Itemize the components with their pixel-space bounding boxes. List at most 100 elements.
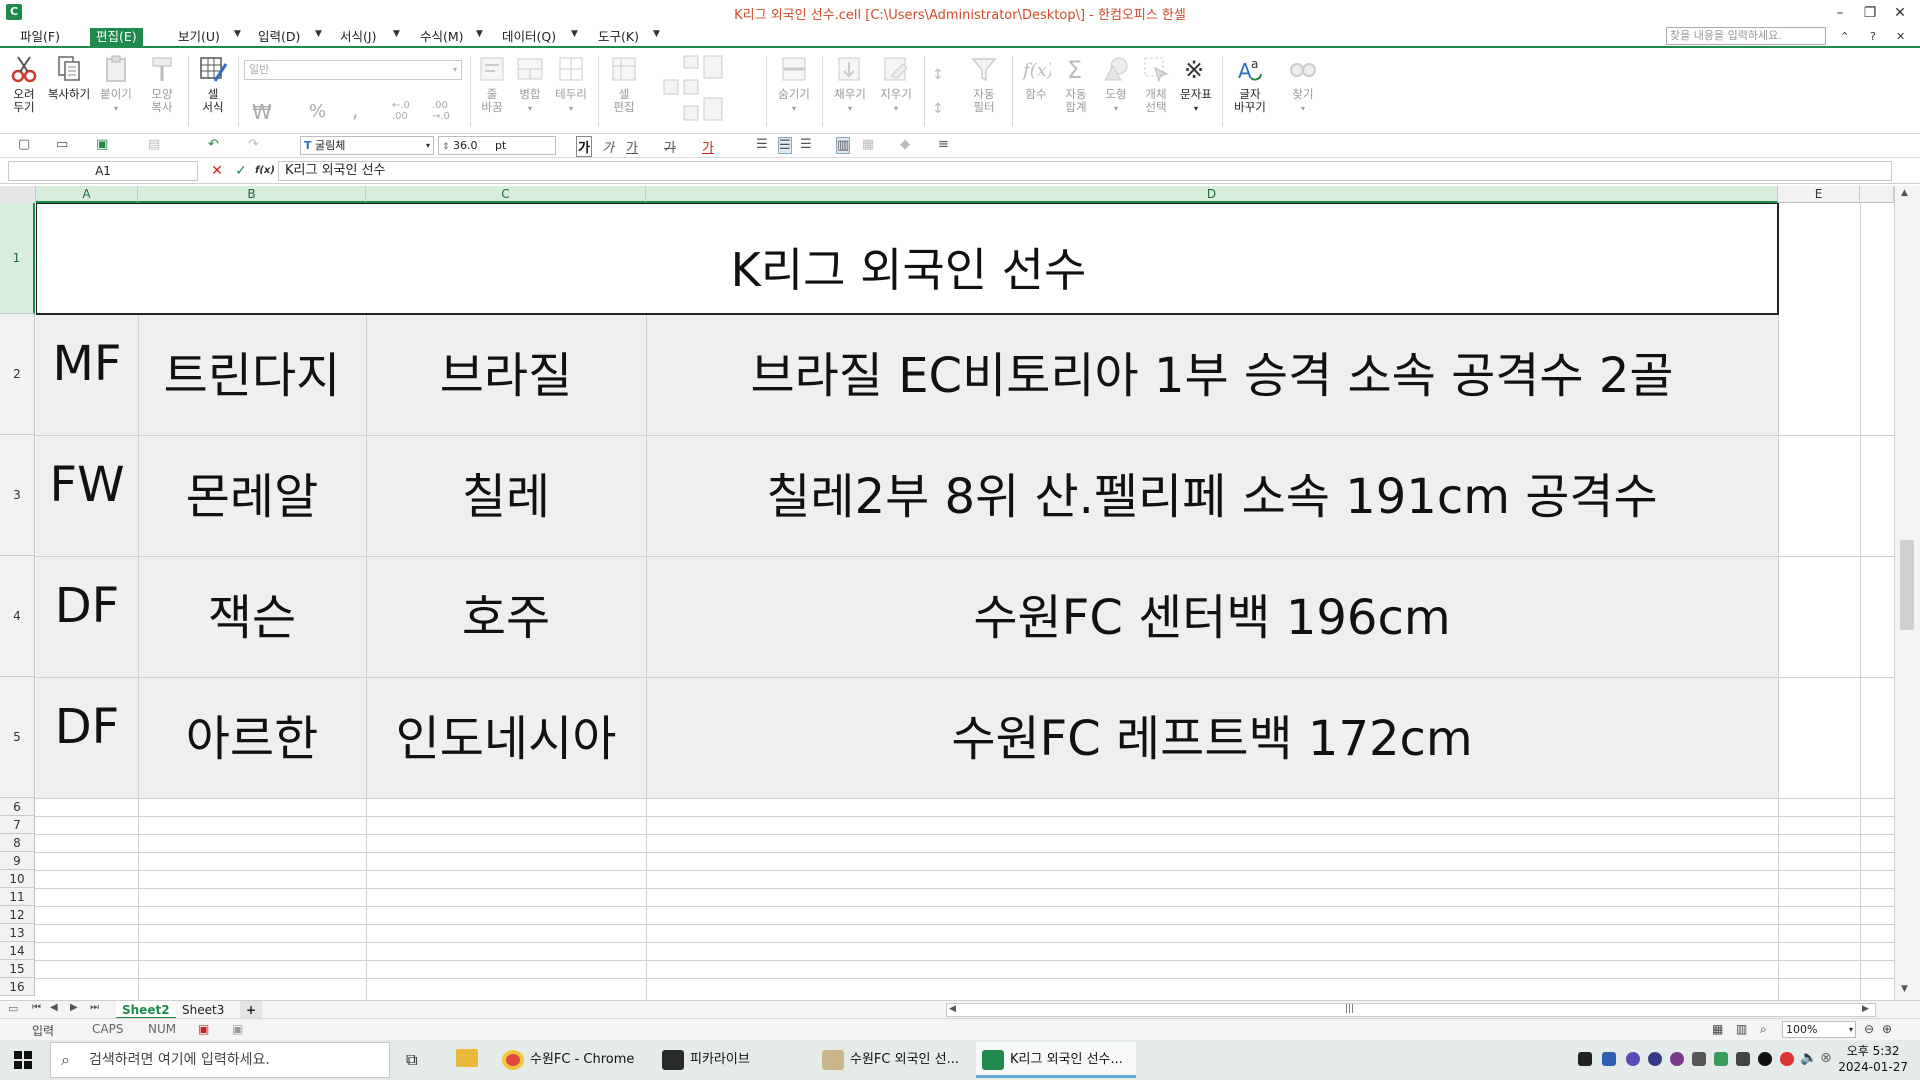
fill-button[interactable]: 채우기 ▾ [828,54,872,115]
tab-nav-prev-icon[interactable]: ◀ [50,1002,58,1013]
tab-first-icon[interactable]: ▭ [8,1002,18,1015]
menu-insert[interactable]: 입력(D) [252,28,306,46]
sheet-tab-sheet2[interactable]: Sheet2 [116,1001,176,1019]
borders-icon[interactable]: ▦ [862,137,874,152]
increase-decimal-icon[interactable]: .00 →.0 [432,100,450,122]
italic-button[interactable]: 가 [602,137,614,156]
tab-nav-last-icon[interactable]: ⏭ [90,1002,99,1013]
print-icon[interactable]: ▤ [148,137,160,152]
row-header-7[interactable]: 7 [0,816,35,834]
taskbar-app-chrome[interactable]: 수원FC - Chrome [496,1042,648,1078]
menu-data[interactable]: 데이터(Q) [496,28,562,46]
cell-position[interactable]: DF [36,699,138,755]
cell-edit-button[interactable]: 셀 편집 [604,54,644,114]
file-explorer-icon[interactable] [456,1049,478,1067]
cell-note[interactable]: 수원FC 레프트백 172cm [646,699,1778,769]
row-header-6[interactable]: 6 [0,798,35,816]
font-name-select[interactable]: T 굴림체 ▾ [300,136,434,155]
record-macro-icon[interactable]: ▣ [198,1022,209,1036]
sheet-tab-sheet3[interactable]: Sheet3 [176,1001,230,1019]
number-format-select[interactable]: 일반 ▾ [244,60,462,80]
row-header-8[interactable]: 8 [0,834,35,852]
cell-position[interactable]: MF [36,336,138,392]
page-layout-icon[interactable]: ▥ [1736,1022,1747,1036]
scroll-right-icon[interactable]: ▶ [1862,1004,1869,1014]
object-select-button[interactable]: 개체 선택 [1138,54,1174,114]
column-header-e[interactable]: E [1778,186,1860,203]
eraser-button[interactable]: 지우기 ▾ [874,54,918,115]
cell-format-button[interactable]: 셀 서식 [194,54,232,114]
format-painter-button[interactable]: 모양 복사 [144,54,180,114]
zoom-select[interactable]: 100% ▾ [1782,1021,1856,1038]
tray-app-icon[interactable] [1736,1052,1750,1066]
line-style-icon[interactable]: ≡ [938,137,949,152]
scroll-left-icon[interactable]: ◀ [949,1004,956,1014]
comma-button[interactable]: , [352,98,358,122]
row-header-5[interactable]: 5 [0,677,35,798]
zoom-in-icon[interactable]: ⊕ [1882,1022,1892,1036]
zoom-icon[interactable]: ⌕ [1760,1022,1767,1037]
row-header-10[interactable]: 10 [0,870,35,888]
align-right-icon[interactable]: ☰ [800,137,812,152]
tray-app-icon[interactable] [1714,1052,1728,1066]
column-header-c[interactable]: C [366,186,646,203]
strikethrough-button[interactable]: 가 [664,137,676,156]
menu-tools[interactable]: 도구(K) [592,28,645,46]
formula-input[interactable]: K리그 외국인 선수 [278,161,1892,181]
save-icon[interactable]: ▣ [96,137,108,152]
menu-edit[interactable]: 편집(E) [90,28,143,46]
autosum-button[interactable]: Σ 자동 합계 [1058,54,1094,114]
tray-ime-icon[interactable] [1602,1052,1616,1066]
bold-button[interactable]: 가 [576,136,592,157]
tray-app-icon[interactable] [1692,1052,1706,1066]
zoom-out-icon[interactable]: ⊖ [1864,1022,1874,1036]
row-header-4[interactable]: 4 [0,556,35,677]
row-header-14[interactable]: 14 [0,942,35,960]
paste-button[interactable]: 붙이기 ▾ [98,54,134,115]
undo-icon[interactable]: ↶ [208,137,219,152]
menu-view[interactable]: 보기(U) [172,28,226,46]
border-button[interactable]: 테두리 ▾ [550,54,592,115]
taskbar-app-paint[interactable]: 수원FC 외국인 선... [816,1042,968,1078]
cell-country[interactable]: 브라질 [366,336,646,406]
row-header-16[interactable]: 16 [0,978,35,996]
row-header-3[interactable]: 3 [0,435,35,556]
column-header-a[interactable]: A [36,186,138,203]
task-view-icon[interactable]: ⧉ [406,1050,417,1070]
tray-app-icon[interactable] [1670,1052,1684,1066]
windows-start-icon[interactable] [14,1051,32,1069]
column-header-f[interactable] [1860,186,1894,203]
decrease-decimal-icon[interactable]: ←.0.00 [392,100,410,122]
row-header-1[interactable]: 1 [0,203,35,314]
ribbon-collapse-icon[interactable]: ⌃ [1840,30,1849,43]
sort-icon[interactable]: ↕ ↕ [932,58,944,126]
tray-app-icon[interactable] [1626,1052,1640,1066]
cell-country[interactable]: 칠레 [366,457,646,527]
taskbar-clock[interactable]: 오후 5:32 2024-01-27 [1838,1043,1908,1075]
align-left-icon[interactable]: ☰ [756,137,768,152]
menu-search-input[interactable]: 찾을 내용을 입력하세요. [1666,27,1826,45]
cut-button[interactable]: 오려 두기 [6,54,42,114]
help-icon[interactable]: ? [1870,30,1876,43]
close-button[interactable]: ✕ [1880,2,1920,24]
cell-name[interactable]: 트린다지 [138,336,366,406]
shape-button[interactable]: 도형 ▾ [1098,54,1134,115]
insert-delete-cells-group[interactable] [660,54,724,126]
row-header-11[interactable]: 11 [0,888,35,906]
find-button[interactable]: 찾기 ▾ [1286,54,1320,115]
cell-name[interactable]: 잭슨 [138,578,366,648]
copy-button[interactable]: 복사하기 [44,54,94,101]
cell-name[interactable]: 몬레알 [138,457,366,527]
new-doc-icon[interactable]: ▢ [18,137,30,152]
name-box[interactable]: A1 [8,161,198,181]
taskbar-app-hancell[interactable]: K리그 외국인 선수... [976,1042,1136,1078]
cell-note[interactable]: 브라질 EC비토리아 1부 승격 소속 공격수 2골 [646,336,1778,406]
open-folder-icon[interactable]: ▭ [56,137,68,152]
redo-icon[interactable]: ↷ [248,137,259,152]
cell-position[interactable]: FW [36,457,138,513]
tray-app-icon[interactable] [1758,1052,1772,1066]
font-color-button[interactable]: 가 [702,137,714,156]
cell-country[interactable]: 인도네시아 [366,699,646,769]
cell-position[interactable]: DF [36,578,138,634]
align-center-icon[interactable]: ☰ [778,137,792,154]
